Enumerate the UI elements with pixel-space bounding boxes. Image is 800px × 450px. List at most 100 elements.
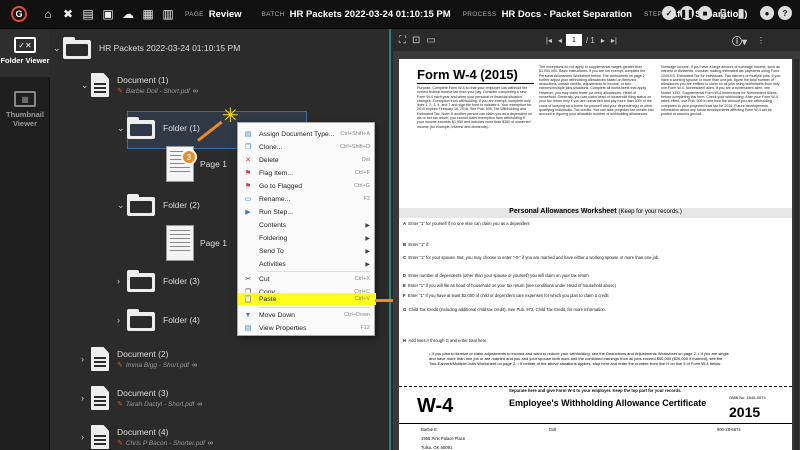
menu-item-shortcut: Ctrl+G <box>353 183 370 189</box>
last-page-icon[interactable]: ▸| <box>611 36 617 45</box>
page-number-input[interactable]: 1 <box>565 34 582 46</box>
user-circle-icon[interactable]: ● <box>760 6 774 20</box>
menu-item-foldering[interactable]: Foldering ▶ <box>238 232 376 244</box>
worksheet-title: Personal Allowances Worksheet <box>509 208 617 215</box>
document-filename: Imma Bigg - Short.pdf <box>125 361 190 369</box>
top-toolbar: G ⌂ ✖ ▤ ▣ ☁ ▦ ▥ PAGE Review BATCH HR Pac… <box>0 0 800 29</box>
flag-icon: ⚑ <box>244 170 252 177</box>
box-icon[interactable]: ▤ <box>81 7 95 21</box>
certificate-rule <box>399 423 792 424</box>
chevron-down-icon[interactable]: ⌄ <box>117 123 127 134</box>
chevron-down-icon[interactable]: ⌄ <box>53 43 63 54</box>
book-icon[interactable]: ▯ <box>716 6 730 20</box>
menu-item-run-step[interactable]: ▶ Run Step... <box>238 206 376 218</box>
line-b-text: Enter "1" if: <box>408 242 430 247</box>
info-icon[interactable]: ⓘ▾ <box>732 33 747 48</box>
menu-item-label: Cut <box>259 275 270 283</box>
menu-item-clone[interactable]: ❐ Clone... Ctrl+Shift+D <box>238 141 376 153</box>
check-circle-icon[interactable]: ✓ <box>662 6 676 20</box>
menu-item-icon-spacer <box>243 220 253 230</box>
link-icon[interactable]: ∞ <box>192 362 197 369</box>
menu-item-activities[interactable]: Activities ▶ <box>238 258 376 270</box>
cloud-upload-icon[interactable]: ☁ <box>121 7 135 21</box>
link-icon[interactable]: ∞ <box>197 401 202 408</box>
first-page-icon[interactable]: |◂ <box>546 36 552 45</box>
submenu-arrow-icon: ▶ <box>365 248 370 255</box>
worksheet-line-g: G Child Tax Credit (including additional… <box>403 307 607 312</box>
folder-icon <box>127 270 155 292</box>
menu-item-view-properties[interactable]: ▤ View Properties F12 <box>238 322 376 334</box>
worksheet-line-e: E Enter "1" if you will file as head of … <box>403 283 616 288</box>
worksheet-line-h: H Add lines A through G and enter total … <box>403 338 488 343</box>
menu-item-label: Paste <box>259 295 277 303</box>
tools-icon[interactable]: ✖ <box>61 7 75 21</box>
page-label: PAGE <box>185 10 204 18</box>
tree-document-4[interactable]: › Document (4) ✎ Chris P Bacon - Shorter.… <box>81 425 213 449</box>
menu-item-paste[interactable]: 📋 Paste Ctrl+V <box>238 293 376 305</box>
chevron-down-icon[interactable]: ⌄ <box>81 80 91 91</box>
menu-item-delete[interactable]: ✕ Delete Del <box>238 154 376 166</box>
tree-folder-1[interactable]: ⌄ Folder (1) <box>117 117 200 139</box>
chevron-right-icon[interactable]: › <box>81 354 91 364</box>
line-h-text: Add lines A through G and enter total he… <box>408 338 488 343</box>
tree-page-1b[interactable]: Page 1 <box>166 225 227 261</box>
nav-folder-viewer[interactable]: ✓✕ Folder Viewer <box>0 29 50 77</box>
worksheet-h-details: • If you plan to itemize or claim adjust… <box>429 351 729 366</box>
chart-icon[interactable]: ▥ <box>161 7 175 21</box>
worksheet-line-b: B Enter "1" if: <box>403 242 430 247</box>
menu-item-shortcut: F12 <box>360 325 370 331</box>
menu-item-rename[interactable]: ▭ Rename... F2 <box>238 193 376 205</box>
next-page-icon[interactable]: ▸ <box>601 36 605 45</box>
pen-icon: ✎ <box>117 401 123 408</box>
pause-circle-icon[interactable]: ❚❚ <box>680 6 694 20</box>
prev-page-icon[interactable]: ◂ <box>558 36 562 45</box>
tree-page-1a[interactable]: Page 1 <box>166 146 227 182</box>
stop-circle-icon[interactable]: ■ <box>698 6 712 20</box>
home-icon[interactable]: ⌂ <box>41 7 55 21</box>
chevron-right-icon[interactable]: › <box>117 276 127 286</box>
tree-document-1[interactable]: ⌄ Document (1) ✎ Barbie Doll - Short.pdf ∞ <box>81 73 198 97</box>
pen-icon: ✎ <box>117 440 123 447</box>
menu-item-flag-item[interactable]: ⚑ Flag Item... Ctrl+F <box>238 167 376 179</box>
submenu-arrow-icon: ▶ <box>365 235 370 242</box>
help-circle-icon[interactable]: ? <box>778 6 792 20</box>
link-icon[interactable]: ∞ <box>208 440 213 447</box>
app-logo[interactable]: G <box>11 6 27 22</box>
fit-page-icon[interactable]: ⛶ <box>399 35 406 46</box>
fit-height-icon[interactable]: ▭ <box>426 35 435 46</box>
columns-icon[interactable]: ▮ <box>734 6 748 20</box>
save-icon[interactable]: ▣ <box>101 7 115 21</box>
folder-label: Folder (2) <box>163 200 200 210</box>
document-title: Document (3) <box>117 388 169 398</box>
layers-icon[interactable]: ▦ <box>141 7 155 21</box>
menu-item-move-down[interactable]: ▼ Move Down Ctrl+Down <box>238 309 376 321</box>
folder-label: Folder (3) <box>163 276 200 286</box>
folder-viewer-icon: ✓✕ <box>14 37 36 53</box>
menu-item-assign-document-type[interactable]: ▤ Assign Document Type... Ctrl+Shift+A <box>238 128 376 140</box>
chevron-right-icon[interactable]: › <box>81 393 91 403</box>
line-f-text: Enter "1" if you have at least $2,000 of… <box>407 293 609 298</box>
folder-icon <box>127 309 155 331</box>
tree-root[interactable]: ⌄ HR Packets 2022-03-24 01:10:15 PM <box>53 37 240 59</box>
menu-item-contents[interactable]: Contents ▶ <box>238 219 376 231</box>
fit-width-icon[interactable]: ⊡ <box>412 35 420 46</box>
document-viewer: ⛶ ⊡ ▭ |◂ ◂ 1 / 1 ▸ ▸| ⓘ▾ ⋮ Form W-4 (201… <box>393 29 800 450</box>
viewer-scrollbar[interactable] <box>794 59 799 450</box>
chevron-right-icon[interactable]: › <box>81 432 91 442</box>
menu-item-cut[interactable]: ✂ Cut Ctrl+X <box>238 273 376 285</box>
menu-item-go-to-flagged[interactable]: ⚑ Go to Flagged Ctrl+G <box>238 180 376 192</box>
menu-item-icon-spacer <box>243 246 253 256</box>
more-options-icon[interactable]: ⋮ <box>757 36 765 45</box>
tree-document-3[interactable]: › Document (3) ✎ Tarah Dactyl - Short.pdf… <box>81 386 202 410</box>
tree-document-2[interactable]: › Document (2) ✎ Imma Bigg - Short.pdf ∞ <box>81 347 197 371</box>
link-icon[interactable]: ∞ <box>193 88 198 95</box>
chevron-down-icon[interactable]: ⌄ <box>117 200 127 211</box>
chevron-right-icon[interactable]: › <box>117 315 127 325</box>
city-field: Tulsa, OK 65091 <box>421 445 453 450</box>
tree-folder-3[interactable]: › Folder (3) <box>117 270 200 292</box>
tree-folder-2[interactable]: ⌄ Folder (2) <box>117 194 200 216</box>
nav-thumbnail-viewer[interactable]: ▦ Thumbnail Viewer <box>0 83 50 128</box>
tree-folder-4[interactable]: › Folder (4) <box>117 309 200 331</box>
separator-dashed-line <box>399 386 792 387</box>
menu-item-send-to[interactable]: Send To ▶ <box>238 245 376 257</box>
